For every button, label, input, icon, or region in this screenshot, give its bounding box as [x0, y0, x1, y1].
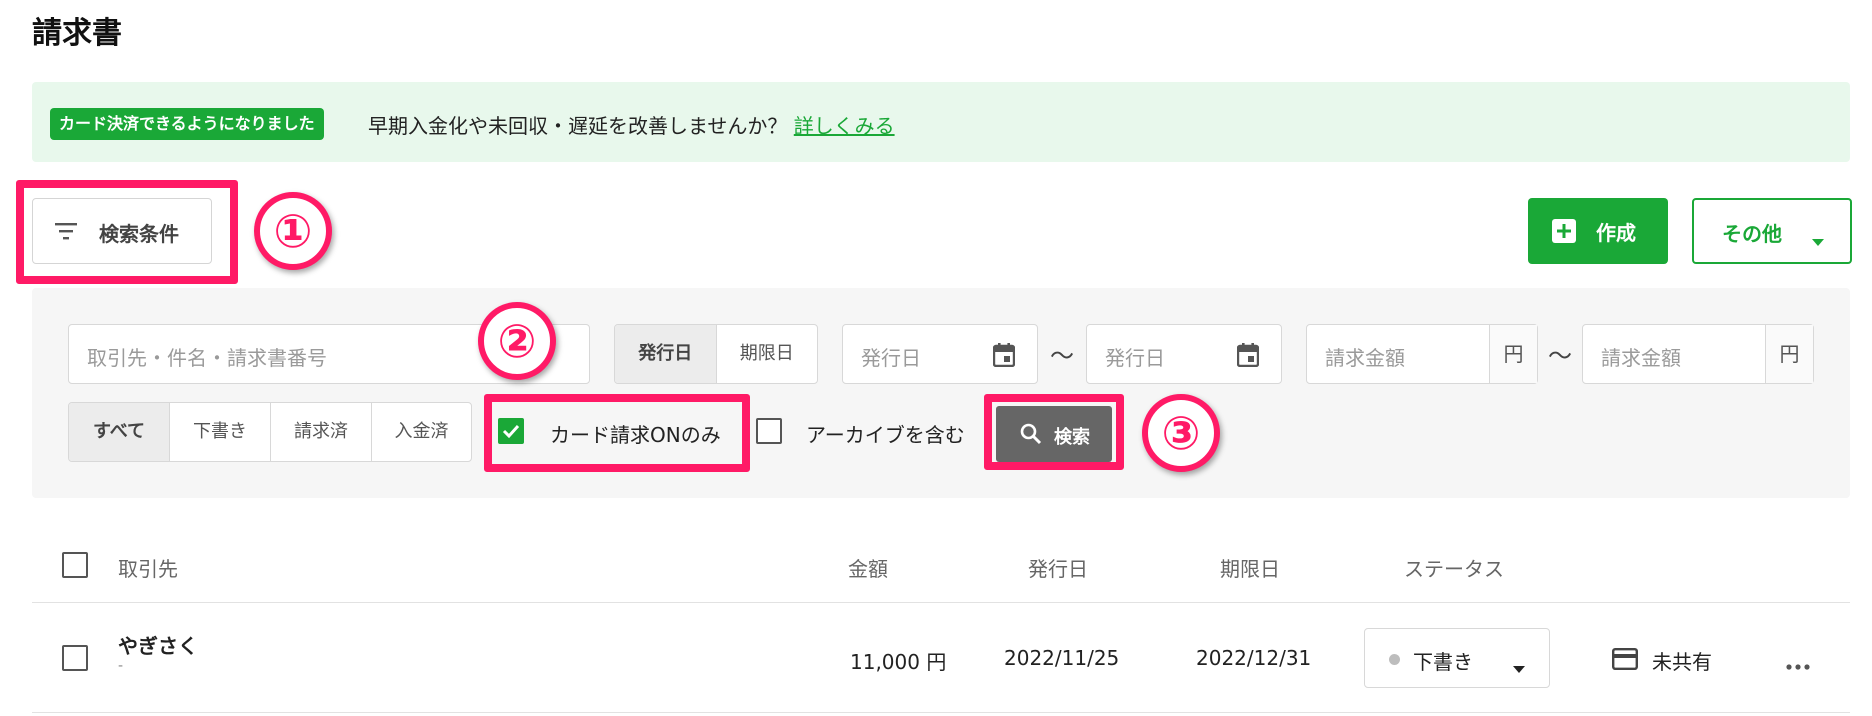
calendar-icon[interactable] [992, 343, 1016, 372]
banner-message: 早期入金化や未回収・遅延を改善しませんか？ [368, 114, 788, 138]
date-range-separator: 〜 [1050, 342, 1074, 370]
status-dot [1389, 654, 1400, 665]
row-status-dropdown[interactable]: 下書き [1364, 628, 1550, 688]
tab-status-draft[interactable]: 下書き [170, 403, 271, 461]
date-to-field[interactable]: 発行日 [1086, 324, 1282, 384]
column-header-status[interactable]: ステータス [1404, 553, 1504, 582]
credit-card-icon [1612, 648, 1639, 674]
include-archive-checkbox[interactable] [756, 418, 782, 444]
annotation-number-1: ① [254, 192, 332, 270]
plus-square-icon [1552, 219, 1576, 248]
date-from-field[interactable]: 発行日 [842, 324, 1038, 384]
amount-from-field[interactable]: 請求金額 円 [1306, 324, 1538, 384]
date-from-placeholder: 発行日 [861, 346, 921, 370]
column-header-client[interactable]: 取引先 [118, 553, 178, 582]
annotation-number-2: ② [478, 302, 556, 380]
column-header-amount[interactable]: 金額 [848, 553, 888, 582]
row-share-status: 未共有 [1652, 650, 1712, 674]
create-label: 作成 [1596, 221, 1636, 245]
more-horizontal-icon[interactable] [1786, 655, 1810, 674]
amount-to-field[interactable]: 請求金額 円 [1582, 324, 1814, 384]
row-issue-date: 2022/11/25 [1004, 646, 1120, 670]
status-filter-toggle: すべて 下書き 請求済 入金済 [68, 402, 472, 462]
caret-down-icon [1513, 655, 1525, 679]
banner-message-wrap: 早期入金化や未回収・遅延を改善しませんか？ 詳しくみる [368, 110, 895, 139]
row-checkbox[interactable] [62, 645, 88, 671]
date-to-placeholder: 発行日 [1105, 346, 1165, 370]
currency-unit: 円 [1765, 325, 1813, 383]
column-header-issue-date[interactable]: 発行日 [1028, 553, 1088, 582]
search-panel [32, 288, 1850, 498]
row-divider [32, 712, 1850, 713]
select-all-checkbox[interactable] [62, 552, 88, 578]
annotation-number-3: ③ [1142, 394, 1220, 472]
keyword-search-placeholder: 取引先・件名・請求書番号 [87, 346, 327, 370]
tab-status-paid[interactable]: 入金済 [372, 403, 471, 461]
banner-badge: カード決済できるようになりました [50, 108, 324, 140]
amount-to-placeholder: 請求金額 [1601, 346, 1681, 370]
tab-status-all[interactable]: すべて [69, 403, 170, 461]
row-client-name[interactable]: やぎさく [118, 630, 198, 659]
header-divider [32, 602, 1850, 603]
create-button[interactable]: 作成 [1528, 198, 1668, 264]
row-status-label: 下書き [1413, 650, 1473, 674]
date-type-toggle: 発行日 期限日 [614, 324, 818, 384]
banner-details-link[interactable]: 詳しくみる [794, 114, 895, 138]
row-due-date: 2022/12/31 [1196, 646, 1312, 670]
highlight-box-1 [16, 180, 238, 284]
highlight-box-3 [984, 394, 1124, 470]
include-archive-label: アーカイブを含む [806, 423, 965, 447]
column-header-due-date[interactable]: 期限日 [1220, 553, 1280, 582]
tab-due-date[interactable]: 期限日 [717, 325, 818, 383]
caret-down-icon [1812, 228, 1824, 252]
calendar-icon[interactable] [1236, 343, 1260, 372]
more-options-button[interactable]: その他 [1692, 198, 1852, 264]
amount-from-placeholder: 請求金額 [1325, 346, 1405, 370]
more-options-label: その他 [1722, 222, 1782, 246]
tab-status-invoiced[interactable]: 請求済 [271, 403, 372, 461]
page-title: 請求書 [32, 16, 122, 51]
row-amount: 11,000 円 [850, 650, 947, 674]
tab-issue-date[interactable]: 発行日 [615, 325, 717, 383]
highlight-box-2 [484, 394, 750, 472]
currency-unit: 円 [1489, 325, 1537, 383]
row-client-subtitle: - [118, 658, 124, 674]
amount-range-separator: 〜 [1548, 342, 1572, 370]
card-payment-banner: カード決済できるようになりました 早期入金化や未回収・遅延を改善しませんか？ 詳… [32, 82, 1850, 162]
